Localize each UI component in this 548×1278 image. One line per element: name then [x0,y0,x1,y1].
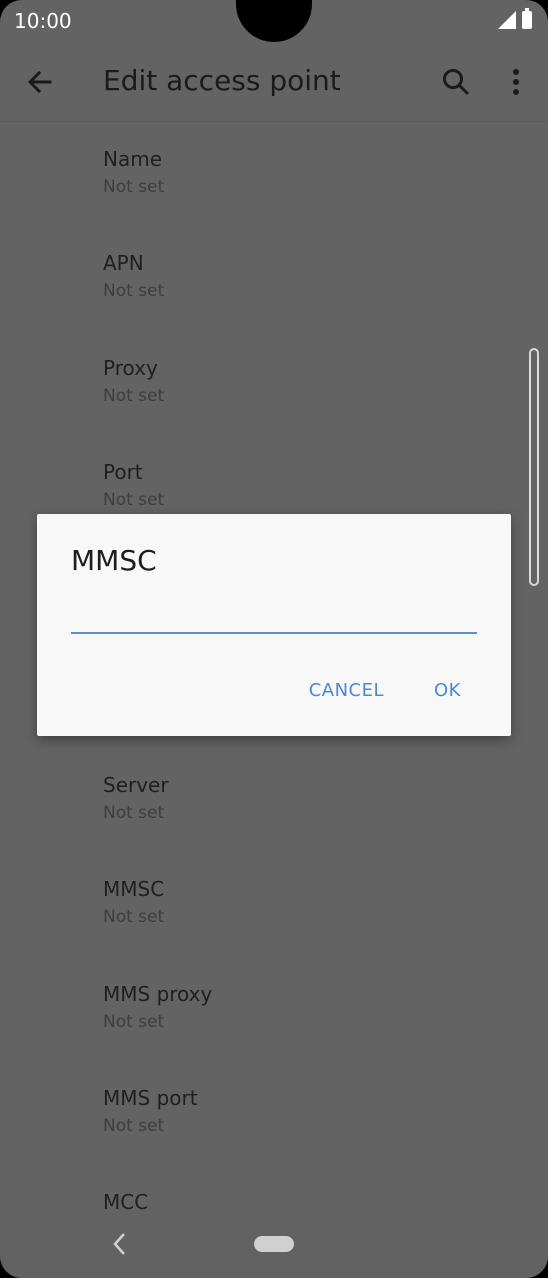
cancel-button[interactable]: CANCEL [309,680,384,701]
list-item-value: Not set [103,490,165,510]
list-item-title: Server [103,773,169,797]
list-item-apn[interactable]: APN Not set [103,250,503,340]
camera-notch [236,0,312,42]
battery-icon [522,8,532,29]
list-item-mmsc[interactable]: MMSC Not set [103,876,503,966]
app-bar: Edit access point [0,42,548,122]
navigation-bar [0,1210,548,1278]
more-options-icon[interactable] [505,66,527,98]
list-item-value: Not set [103,281,165,301]
phone-screen: 10:00 Edit access point Name Not set APN… [0,0,548,1278]
dialog-title: MMSC [71,544,157,577]
ok-button[interactable]: OK [434,680,461,701]
list-item-title: Proxy [103,356,158,380]
scrollbar[interactable] [529,348,539,586]
page-title: Edit access point [103,64,341,97]
list-item-name[interactable]: Name Not set [103,146,503,236]
dialog-actions: CANCEL OK [309,680,461,701]
list-item-value: Not set [103,907,165,927]
nav-back-icon[interactable] [108,1230,132,1258]
list-item-value: Not set [103,803,165,823]
list-item-title: Port [103,460,143,484]
status-time: 10:00 [14,9,72,33]
list-item-server[interactable]: Server Not set [103,772,503,862]
list-item-proxy[interactable]: Proxy Not set [103,355,503,445]
list-item-title: MMSC [103,877,165,901]
list-item-value: Not set [103,177,165,197]
list-item-title: APN [103,251,144,275]
list-item-mms-proxy[interactable]: MMS proxy Not set [103,981,503,1071]
mmsc-input[interactable] [71,606,477,634]
mmsc-edit-dialog: MMSC CANCEL OK [37,514,511,736]
signal-icon [498,11,516,29]
list-item-title: MMS proxy [103,982,213,1006]
back-arrow-icon[interactable] [22,64,58,100]
list-item-title: MMS port [103,1086,198,1110]
list-item-value: Not set [103,1012,165,1032]
list-item-value: Not set [103,386,165,406]
list-item-mms-port[interactable]: MMS port Not set [103,1085,503,1175]
status-bar: 10:00 [0,0,548,42]
list-item-value: Not set [103,1116,165,1136]
home-pill-icon[interactable] [254,1236,294,1252]
status-icons [498,8,532,29]
list-item-title: Name [103,147,163,171]
search-icon[interactable] [440,66,472,98]
